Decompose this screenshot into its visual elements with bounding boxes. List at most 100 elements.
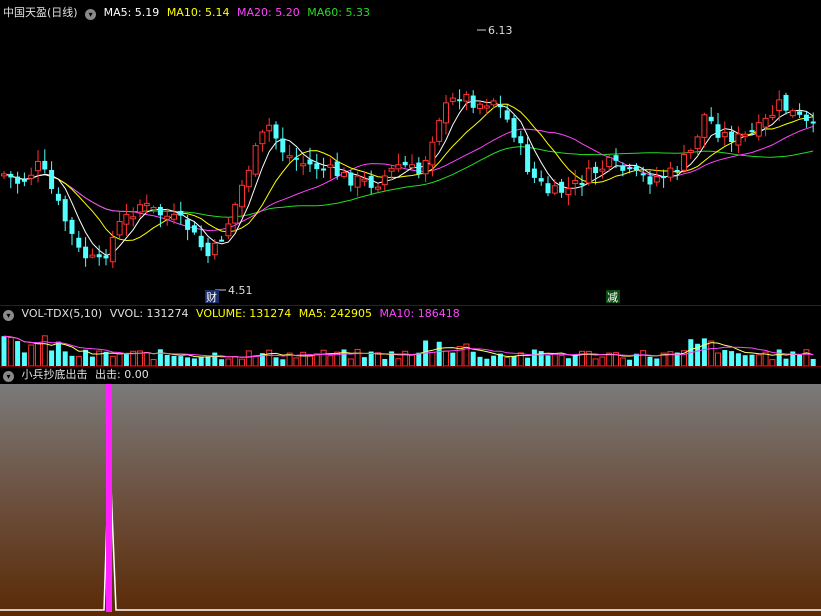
volume-bar	[75, 356, 82, 366]
volume-bar	[293, 357, 300, 366]
volume-bar	[708, 340, 715, 366]
volume-bar	[89, 356, 95, 366]
volume-bar	[198, 357, 204, 366]
volume-bar	[116, 353, 123, 366]
event-jian[interactable]: 减	[607, 291, 618, 304]
volume-bar	[219, 359, 225, 366]
indicator-panel-header: ▾ 小兵抄底出击 出击: 0.00	[3, 367, 153, 383]
volume-bar	[803, 349, 810, 366]
volume-bar	[654, 358, 660, 366]
candle-body	[375, 186, 381, 190]
volume-bar	[470, 351, 476, 366]
volume-bar	[185, 357, 191, 366]
volume-bar	[783, 358, 789, 366]
volume-bar	[35, 342, 41, 366]
volume-bar	[103, 351, 109, 366]
candle-body	[674, 170, 680, 173]
volume-bar	[164, 354, 170, 366]
event-cai[interactable]: 财	[206, 290, 217, 304]
candle-body	[69, 219, 75, 234]
volume-bar	[382, 358, 388, 366]
volume-bar	[565, 358, 571, 366]
candle-body	[211, 242, 218, 256]
candle-body	[511, 118, 517, 138]
candle-body	[606, 157, 613, 168]
chevron-down-icon[interactable]: ▾	[85, 9, 97, 20]
candle-body	[579, 182, 585, 185]
volume-bar	[416, 352, 422, 366]
volume-bar	[320, 349, 327, 366]
ma20-label: MA20: 5.20	[237, 6, 300, 19]
volume-chart[interactable]	[0, 322, 821, 366]
candle-body	[593, 166, 599, 174]
volume-bar	[1, 336, 7, 366]
candle-body	[286, 155, 293, 159]
candle-body	[694, 136, 701, 150]
volume-bar	[722, 350, 728, 366]
candle-body	[653, 176, 660, 183]
candle-body	[518, 136, 524, 144]
candle-body	[300, 163, 307, 167]
indicator-title: 小兵抄底出击	[21, 368, 88, 381]
volume-bar	[491, 355, 497, 366]
candle-body	[354, 175, 361, 188]
candle-body	[28, 174, 35, 179]
volume-bar	[409, 354, 415, 366]
candle-body	[137, 204, 143, 213]
candle-body	[62, 199, 68, 222]
candle-body	[729, 131, 735, 143]
candle-body	[239, 184, 245, 208]
vol-title: VOL-TDX(5,10)	[21, 307, 103, 320]
volume-bar	[109, 355, 116, 366]
candle-body	[259, 131, 266, 145]
candle-body	[490, 100, 497, 106]
volume-bar	[551, 353, 558, 366]
candle-body	[123, 213, 130, 225]
candle-body	[551, 185, 558, 194]
ma60-line	[3, 146, 814, 218]
candle-body	[293, 157, 299, 160]
indicator-chart[interactable]	[0, 384, 821, 616]
chevron-down-icon[interactable]: ▾	[3, 371, 14, 382]
volume-bar	[525, 357, 531, 366]
candlestick-chart[interactable]: 6.13 4.51 财 减	[0, 24, 821, 304]
candle-body	[525, 144, 531, 173]
volume-bar	[313, 353, 320, 366]
chevron-down-icon[interactable]: ▾	[3, 310, 14, 321]
candle-body	[178, 210, 184, 216]
candle-body	[599, 168, 606, 172]
candle-body	[559, 181, 565, 193]
vol-ma5-label: MA5: 242905	[298, 307, 373, 320]
volume-bar	[347, 358, 354, 366]
buy-signal-bar	[106, 384, 112, 612]
volume-bar	[49, 350, 55, 366]
volume-bar	[225, 358, 232, 366]
candle-body	[116, 220, 123, 236]
candle-body	[225, 223, 232, 237]
volume-bar	[484, 358, 490, 366]
candle-body	[463, 93, 470, 102]
candle-body	[96, 254, 102, 258]
volume-bar	[619, 357, 626, 366]
volume-bar	[545, 355, 551, 366]
volume-bar	[245, 350, 252, 366]
volume-bar	[21, 352, 27, 366]
volume-bar	[749, 354, 755, 366]
candle-body	[409, 164, 415, 169]
candle-body	[545, 183, 551, 194]
candle-body	[565, 187, 572, 195]
volume-bar	[354, 348, 361, 366]
volume-bar	[123, 353, 129, 366]
candle-body	[157, 206, 163, 216]
volume-bar	[375, 352, 381, 366]
candle-body	[715, 124, 721, 138]
volume-bar	[307, 355, 313, 366]
candle-body	[381, 175, 388, 186]
volume-bar	[797, 354, 803, 366]
candle-body	[810, 121, 816, 124]
candle-body	[477, 103, 483, 109]
volume-bar	[504, 357, 511, 366]
candle-body	[8, 173, 14, 178]
volume-bar	[511, 356, 517, 366]
candle-body	[721, 131, 728, 138]
